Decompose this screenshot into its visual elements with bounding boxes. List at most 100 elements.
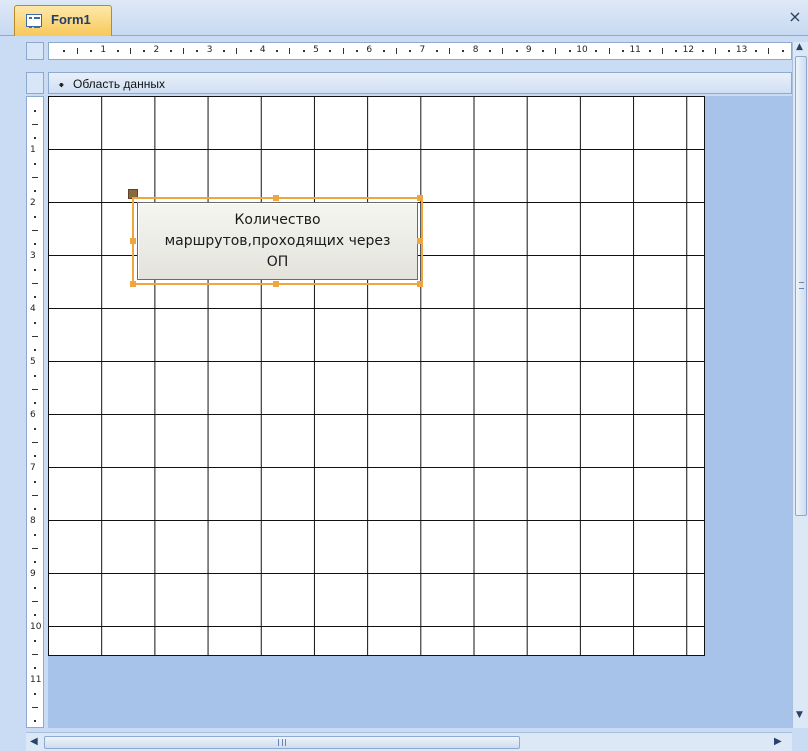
ruler-tick xyxy=(236,48,238,54)
tab-title: Form1 xyxy=(51,12,91,27)
resize-handle-top-middle[interactable] xyxy=(273,195,279,201)
ruler-number: 10 xyxy=(576,45,588,55)
scroll-left-arrow-icon[interactable]: ◀ xyxy=(30,736,38,747)
document-tab-bar: Form1 × xyxy=(0,0,808,36)
ruler-tick xyxy=(449,48,450,54)
ruler-number: 4 xyxy=(259,45,266,55)
ruler-tick xyxy=(34,613,36,616)
ruler-tick xyxy=(34,295,36,298)
ruler-tick xyxy=(249,50,252,52)
form-icon xyxy=(26,14,42,28)
ruler-tick xyxy=(648,50,651,52)
ruler-tick xyxy=(89,50,92,52)
resize-handle-middle-right[interactable] xyxy=(417,238,423,244)
ruler-number: 8 xyxy=(472,45,479,55)
tab-form1[interactable]: Form1 xyxy=(14,5,112,36)
resize-handle-bottom-middle[interactable] xyxy=(273,281,279,287)
grip-icon xyxy=(278,739,286,746)
ruler-tick xyxy=(32,282,38,284)
command-button-caption: Количество маршрутов,проходящих через ОП xyxy=(164,211,391,270)
ruler-tick xyxy=(595,50,598,52)
command-button-face[interactable]: Количество маршрутов,проходящих через ОП xyxy=(137,202,418,280)
ruler-tick xyxy=(701,50,704,52)
ruler-tick xyxy=(34,534,36,537)
ruler-number: 10 xyxy=(30,622,42,632)
ruler-corner[interactable] xyxy=(26,42,44,60)
ruler-number: 7 xyxy=(419,45,426,55)
ruler-tick xyxy=(32,176,38,178)
ruler-number: 7 xyxy=(30,463,36,473)
ruler-tick xyxy=(34,322,36,325)
ruler-tick xyxy=(329,50,332,52)
ruler-tick xyxy=(382,50,385,52)
grip-icon xyxy=(799,282,804,289)
ruler-tick xyxy=(129,48,131,54)
ruler-tick xyxy=(661,48,663,54)
resize-handle-bottom-left[interactable] xyxy=(130,281,136,287)
vertical-ruler[interactable]: 1 2 3 4 5 6 7 8 9 10 11 xyxy=(26,96,44,728)
ruler-tick xyxy=(34,481,36,484)
ruler-tick xyxy=(34,136,36,139)
vertical-scrollbar[interactable]: ▲ ▼ xyxy=(792,42,808,728)
section-header-detail[interactable]: 🠻 Область данных xyxy=(48,72,792,94)
ruler-tick xyxy=(715,48,716,54)
ruler-tick xyxy=(289,48,291,54)
command-button-control[interactable]: Количество маршрутов,проходящих через ОП xyxy=(130,195,423,287)
ruler-tick xyxy=(488,50,491,52)
ruler-tick xyxy=(555,48,557,54)
ruler-tick xyxy=(32,229,38,231)
ruler-tick xyxy=(409,50,412,52)
ruler-tick xyxy=(435,50,438,52)
ruler-number: 6 xyxy=(366,45,373,55)
ruler-tick xyxy=(222,50,225,52)
ruler-tick xyxy=(32,600,38,602)
ruler-tick xyxy=(32,494,38,496)
ruler-tick xyxy=(462,50,465,52)
ruler-number: 12 xyxy=(682,45,695,55)
ruler-tick xyxy=(542,50,545,52)
ruler-tick xyxy=(34,348,36,351)
ruler-tick xyxy=(34,242,36,245)
horizontal-scroll-thumb[interactable] xyxy=(44,736,520,749)
scroll-up-arrow-icon[interactable]: ▲ xyxy=(796,42,803,52)
design-workspace[interactable]: Количество маршрутов,проходящих через ОП xyxy=(48,96,792,728)
ruler-tick xyxy=(32,441,38,443)
design-grid[interactable] xyxy=(48,96,705,656)
scroll-down-arrow-icon[interactable]: ▼ xyxy=(796,710,803,720)
section-selector[interactable] xyxy=(26,72,44,94)
ruler-number: 2 xyxy=(30,198,36,208)
ruler-tick xyxy=(34,666,36,669)
ruler-tick xyxy=(754,50,757,52)
ruler-tick xyxy=(728,50,731,52)
ruler-number: 1 xyxy=(30,145,36,155)
ruler-tick xyxy=(395,48,397,54)
ruler-tick xyxy=(32,653,38,655)
ruler-tick xyxy=(34,560,36,563)
scroll-right-arrow-icon[interactable]: ▶ xyxy=(774,736,782,747)
ruler-tick xyxy=(34,375,36,378)
close-button[interactable]: × xyxy=(786,8,804,26)
resize-handle-top-right[interactable] xyxy=(417,195,423,201)
ruler-tick xyxy=(621,50,624,52)
ruler-tick xyxy=(34,110,36,113)
ruler-tick xyxy=(302,50,305,52)
ruler-tick xyxy=(32,388,38,390)
ruler-tick xyxy=(781,50,784,52)
ruler-tick xyxy=(143,50,146,52)
horizontal-scrollbar[interactable]: ◀ ▶ xyxy=(26,732,792,751)
ruler-tick xyxy=(32,706,38,708)
section-label: Область данных xyxy=(73,77,165,91)
arrow-down-icon: 🠻 xyxy=(58,79,65,92)
ruler-tick xyxy=(608,48,610,54)
vertical-scroll-thumb[interactable] xyxy=(795,56,807,516)
resize-handle-bottom-right[interactable] xyxy=(417,281,423,287)
ruler-tick xyxy=(34,428,36,431)
resize-handle-middle-left[interactable] xyxy=(130,238,136,244)
ruler-number: 6 xyxy=(30,410,36,420)
horizontal-ruler[interactable]: 1 2 3 4 5 6 7 8 9 10 11 12 13 xyxy=(48,42,792,60)
ruler-tick xyxy=(34,189,36,192)
ruler-tick xyxy=(34,216,36,219)
ruler-tick xyxy=(34,401,36,404)
ruler-number: 4 xyxy=(30,304,36,314)
ruler-tick xyxy=(34,719,36,722)
